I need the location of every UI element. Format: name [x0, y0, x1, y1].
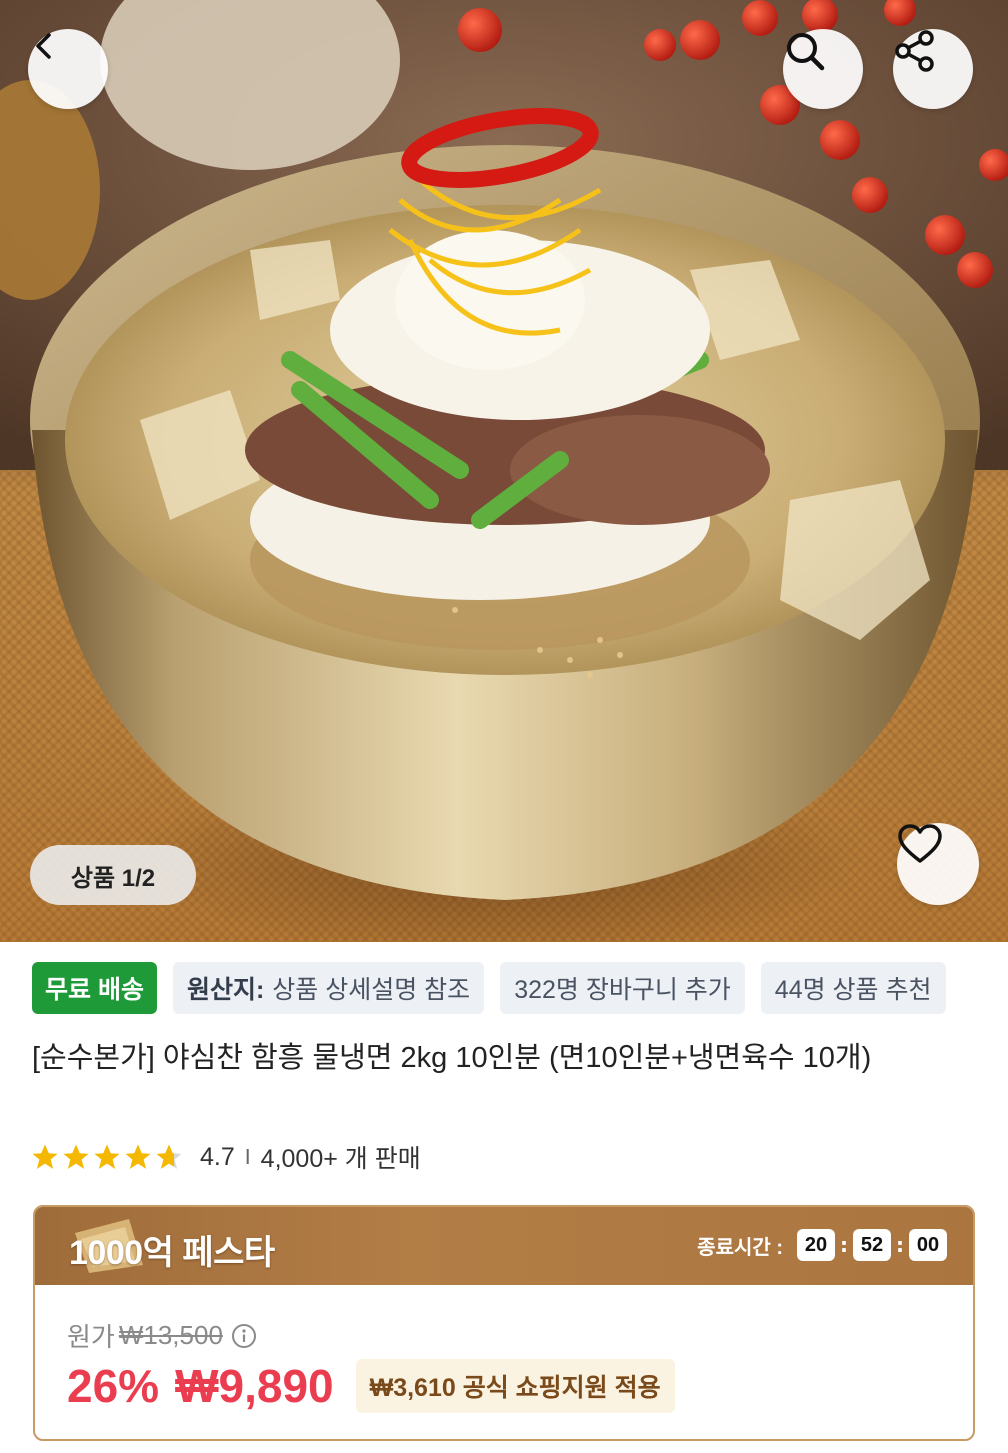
recommend-tag: 44명 상품 추천 — [760, 962, 946, 1014]
shopping-support-badge: ₩3,610 공식 쇼핑지원 적용 — [355, 1359, 675, 1413]
rating-row[interactable]: 4.7 I 4,000+ 개 판매 — [30, 1139, 421, 1175]
chevron-left-icon — [36, 33, 51, 59]
product-photo — [0, 0, 1008, 900]
origin-label: 원산지: — [186, 976, 265, 1004]
back-button[interactable] — [28, 29, 108, 109]
free-shipping-tag: 무료 배송 — [32, 962, 157, 1014]
star-rating — [30, 1142, 184, 1172]
wishlist-button[interactable] — [897, 823, 979, 905]
original-price-label: 원가 — [67, 1322, 115, 1352]
rating-separator: I — [244, 1145, 251, 1169]
promo-header: 1000억 페스타 종료시간 : 20 : 52 : 00 — [35, 1207, 973, 1285]
star-icon — [32, 1144, 58, 1169]
product-title: [순수본가] 야심찬 함흥 물냉면 2kg 10인분 (면10인분+냉면육수 1… — [32, 1042, 872, 1074]
discount-rate: 26% — [67, 1360, 160, 1412]
search-icon — [787, 33, 825, 71]
sale-price: ₩9,890 — [175, 1360, 334, 1412]
original-price: ₩13,500 — [118, 1320, 223, 1350]
sale-price-row: 26% ₩9,890 ₩3,610 공식 쇼핑지원 적용 — [67, 1359, 675, 1413]
timer-minutes: 52 — [853, 1229, 891, 1261]
sold-count: 4,000+ 개 판매 — [260, 1145, 421, 1173]
cart-count-tag: 322명 장바구니 추가 — [500, 962, 745, 1014]
star-icon — [125, 1144, 151, 1169]
image-counter: 상품 1/2 — [30, 845, 196, 905]
timer-hours: 20 — [797, 1229, 835, 1261]
timer-label: 종료시간 : — [697, 1236, 783, 1259]
share-button[interactable] — [893, 29, 973, 109]
search-button[interactable] — [783, 29, 863, 109]
heart-icon — [898, 824, 942, 863]
origin-value: 상품 상세설명 참조 — [272, 976, 471, 1004]
star-half-icon — [156, 1144, 182, 1169]
star-icon — [63, 1144, 89, 1169]
info-icon[interactable] — [231, 1323, 257, 1349]
promo-title: 1000억 페스타 — [69, 1234, 275, 1272]
product-image-carousel[interactable]: 상품 1/2 — [0, 0, 1008, 942]
product-tags: 무료 배송 원산지: 상품 상세설명 참조 322명 장바구니 추가 44명 상… — [32, 962, 946, 1014]
timer-seconds: 00 — [909, 1229, 947, 1261]
origin-tag: 원산지: 상품 상세설명 참조 — [172, 962, 485, 1014]
share-icon — [895, 30, 934, 72]
festa-promo-box: 1000억 페스타 종료시간 : 20 : 52 : 00 원가 ₩13,500… — [33, 1205, 975, 1441]
star-icon — [94, 1144, 120, 1169]
countdown-timer: 종료시간 : 20 : 52 : 00 — [697, 1229, 947, 1261]
rating-score: 4.7 — [200, 1142, 235, 1171]
original-price-row: 원가 ₩13,500 — [67, 1317, 257, 1354]
